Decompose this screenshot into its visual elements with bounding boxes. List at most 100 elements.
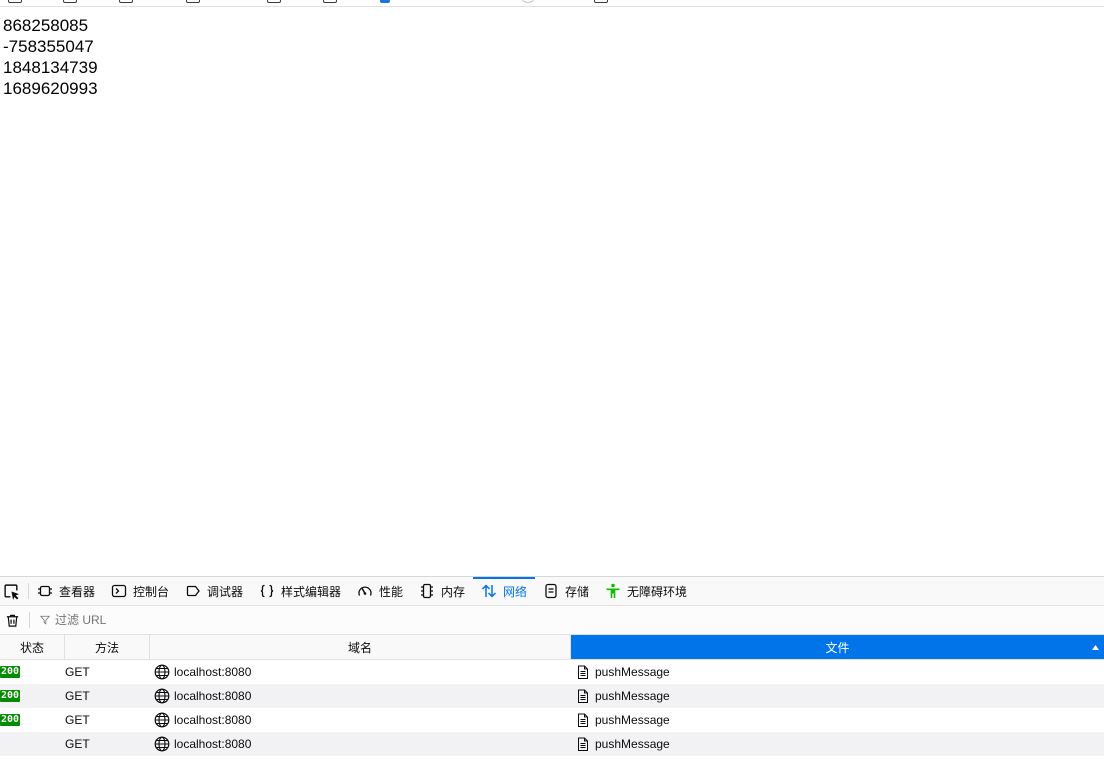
domain-cell: localhost:8080 — [150, 708, 571, 732]
request-row[interactable]: 200 GET localhost:8080 pushMessage — [0, 684, 1104, 708]
status-badge: 200 — [0, 690, 21, 702]
network-icon — [481, 583, 497, 599]
style-editor-icon — [259, 583, 275, 599]
tab-label: 控制台 — [133, 584, 170, 599]
bookmark-icon[interactable] — [323, 0, 337, 3]
status-cell — [0, 732, 65, 756]
bookmark-favicon-icon[interactable] — [380, 0, 390, 3]
storage-icon — [543, 583, 559, 599]
domain-cell: localhost:8080 — [150, 684, 571, 708]
status-cell: 200 — [0, 660, 65, 684]
tab-label: 样式编辑器 — [281, 584, 342, 599]
method-cell: GET — [65, 737, 90, 751]
column-header-method[interactable]: 方法 — [65, 635, 150, 659]
output-line: 868258085 — [3, 16, 89, 35]
tab-label: 存储 — [565, 584, 590, 599]
tab-memory[interactable]: 内存 — [411, 577, 473, 605]
tab-style-editor[interactable]: 样式编辑器 — [251, 577, 349, 605]
status-cell: 200 — [0, 708, 65, 732]
status-badge: 200 — [0, 714, 21, 726]
file-name: pushMessage — [595, 737, 670, 751]
file-name: pushMessage — [595, 665, 670, 679]
requests-table-body: 200 GET localhost:8080 pushMessage 200 G… — [0, 660, 1104, 756]
tab-label: 内存 — [441, 584, 466, 599]
tab-label: 调试器 — [207, 584, 244, 599]
debugger-icon — [185, 583, 201, 599]
status-badge: 200 — [0, 666, 21, 678]
bookmark-icon[interactable] — [521, 0, 535, 3]
performance-icon — [357, 583, 373, 599]
requests-table-header: 状态 方法 域名 文件 — [0, 635, 1104, 660]
page-content: 868258085 -758355047 1848134739 16896209… — [0, 7, 1104, 576]
filter-separator — [29, 612, 30, 628]
file-cell: pushMessage — [571, 708, 1104, 732]
document-icon — [577, 713, 589, 727]
method-cell: GET — [65, 665, 90, 679]
sort-arrow-up-icon — [1092, 645, 1099, 650]
file-cell: pushMessage — [571, 660, 1104, 684]
file-cell: pushMessage — [571, 732, 1104, 756]
status-cell: 200 — [0, 684, 65, 708]
method-cell: GET — [65, 713, 90, 727]
request-row[interactable]: 200 GET localhost:8080 pushMessage — [0, 708, 1104, 732]
file-name: pushMessage — [595, 713, 670, 727]
bookmarks-toolbar — [0, 0, 1104, 7]
method-cell: GET — [65, 689, 90, 703]
tab-inspector[interactable]: 查看器 — [29, 577, 103, 605]
bookmark-icon[interactable] — [186, 0, 200, 3]
memory-icon — [419, 583, 435, 599]
tab-accessibility[interactable]: 无障碍环境 — [597, 577, 695, 605]
column-header-label: 文件 — [825, 640, 850, 655]
column-header-domain[interactable]: 域名 — [150, 635, 571, 659]
devtools-toolbar: 查看器 控制台 调试器 样式编辑器 性能 内存 网络 存储 无障碍环境 — [0, 577, 1104, 606]
request-row[interactable]: GET localhost:8080 pushMessage — [0, 732, 1104, 756]
globe-icon — [154, 712, 170, 728]
tab-label: 性能 — [379, 584, 404, 599]
globe-icon — [154, 664, 170, 680]
domain-text: localhost:8080 — [174, 689, 252, 703]
console-icon — [111, 583, 127, 599]
filter-url-input[interactable] — [55, 611, 455, 629]
document-icon — [577, 665, 589, 679]
tab-storage[interactable]: 存储 — [535, 577, 597, 605]
bookmark-icon[interactable] — [594, 0, 608, 3]
element-picker-button[interactable] — [0, 577, 28, 605]
devtools-panel: 查看器 控制台 调试器 样式编辑器 性能 内存 网络 存储 无障碍环境 过滤 U… — [0, 576, 1104, 764]
bookmark-icon[interactable] — [63, 0, 77, 3]
tab-network[interactable]: 网络 — [473, 577, 535, 605]
tab-label: 无障碍环境 — [627, 584, 688, 599]
tab-debugger[interactable]: 调试器 — [177, 577, 251, 605]
column-header-file[interactable]: 文件 — [571, 635, 1104, 659]
file-name: pushMessage — [595, 689, 670, 703]
document-icon — [577, 737, 589, 751]
request-row[interactable]: 200 GET localhost:8080 pushMessage — [0, 660, 1104, 684]
trash-icon[interactable] — [5, 613, 20, 628]
accessibility-icon — [605, 583, 621, 599]
globe-icon — [154, 736, 170, 752]
network-filter-bar — [0, 606, 1104, 635]
file-cell: pushMessage — [571, 684, 1104, 708]
element-picker-icon — [3, 583, 20, 600]
bookmark-icon[interactable] — [267, 0, 281, 3]
bookmark-icon[interactable] — [8, 0, 22, 3]
output-line: -758355047 — [3, 37, 94, 56]
output-line: 1848134739 — [3, 58, 98, 77]
tab-label: 查看器 — [59, 584, 96, 599]
domain-text: localhost:8080 — [174, 713, 252, 727]
column-header-label: 方法 — [94, 640, 119, 655]
domain-cell: localhost:8080 — [150, 732, 571, 756]
globe-icon — [154, 688, 170, 704]
tab-console[interactable]: 控制台 — [103, 577, 177, 605]
column-header-label: 状态 — [19, 640, 44, 655]
bookmark-icon[interactable] — [119, 0, 133, 3]
column-header-label: 域名 — [347, 640, 372, 655]
output-line: 1689620993 — [3, 79, 98, 98]
inspector-icon — [37, 583, 53, 599]
tab-performance[interactable]: 性能 — [349, 577, 411, 605]
document-icon — [577, 689, 589, 703]
domain-cell: localhost:8080 — [150, 660, 571, 684]
tab-label: 网络 — [503, 584, 528, 599]
filter-icon — [40, 615, 50, 625]
column-header-status[interactable]: 状态 — [0, 635, 65, 659]
domain-text: localhost:8080 — [174, 665, 252, 679]
